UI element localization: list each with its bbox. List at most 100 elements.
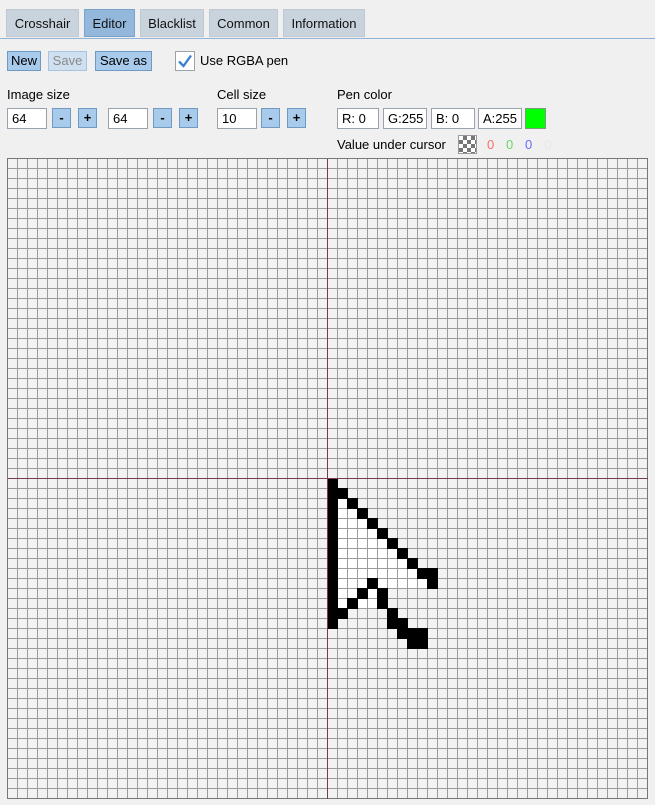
sprite-pixel-white bbox=[338, 589, 347, 598]
sprite-pixel-white bbox=[358, 599, 367, 608]
sprite-pixel-white bbox=[378, 559, 387, 568]
sprite-pixel-white bbox=[388, 579, 397, 588]
sprite-pixel-white bbox=[368, 549, 377, 558]
sprite-pixel-black bbox=[357, 588, 368, 599]
sprite-pixel-white bbox=[418, 579, 427, 588]
cursor-red-value: 0 bbox=[487, 137, 495, 152]
sprite-pixel-white bbox=[368, 569, 377, 578]
sprite-pixel-black bbox=[427, 568, 438, 579]
new-button[interactable]: New bbox=[7, 51, 41, 71]
sprite-pixel-black bbox=[327, 618, 338, 629]
sprite-pixel-white bbox=[348, 509, 357, 518]
sprite-pixel-black bbox=[327, 498, 338, 509]
sprite-pixel-white bbox=[338, 569, 347, 578]
sprite-pixel-white bbox=[338, 509, 347, 518]
cell-size-decrease-button[interactable]: - bbox=[261, 108, 280, 128]
sprite-pixel-black bbox=[397, 618, 408, 629]
sprite-pixel-white bbox=[348, 559, 357, 568]
sprite-pixel-white bbox=[398, 579, 407, 588]
sprite-pixel-white bbox=[398, 559, 407, 568]
sprite-pixel-black bbox=[387, 608, 398, 619]
sprite-pixel-white bbox=[338, 539, 347, 548]
sprite-pixel-white bbox=[398, 569, 407, 578]
sprite-pixel-white bbox=[348, 539, 357, 548]
cursor-green-value: 0 bbox=[506, 137, 514, 152]
tab-blacklist[interactable]: Blacklist bbox=[140, 9, 204, 37]
sprite-pixel-white bbox=[358, 519, 367, 528]
sprite-pixel-white bbox=[368, 529, 377, 538]
sprite-pixel-black bbox=[327, 568, 338, 579]
sprite-pixel-black bbox=[397, 628, 408, 639]
sprite-pixel-white bbox=[338, 499, 347, 508]
sprite-pixel-white bbox=[358, 539, 367, 548]
image-height-increase-button[interactable]: + bbox=[179, 108, 198, 128]
sprite-pixel-white bbox=[368, 539, 377, 548]
sprite-pixel-black bbox=[357, 508, 368, 519]
cursor-alpha-value: 0 bbox=[544, 137, 552, 152]
sprite-pixel-black bbox=[417, 568, 428, 579]
image-width-field[interactable]: 64 bbox=[7, 108, 47, 129]
image-height-decrease-button[interactable]: - bbox=[153, 108, 172, 128]
cell-size-field[interactable]: 10 bbox=[217, 108, 257, 129]
sprite-pixel-black bbox=[327, 558, 338, 569]
sprite-pixel-black bbox=[337, 608, 348, 619]
tab-crosshair[interactable]: Crosshair bbox=[6, 9, 79, 37]
save-button[interactable]: Save bbox=[48, 51, 87, 71]
cursor-blue-value: 0 bbox=[525, 137, 533, 152]
sprite-pixel-black bbox=[407, 628, 418, 639]
sprite-pixel-white bbox=[338, 559, 347, 568]
sprite-pixel-white bbox=[338, 549, 347, 558]
sprite-pixel-white bbox=[378, 539, 387, 548]
sprite-pixel-black bbox=[427, 578, 438, 589]
sprite-pixel-white bbox=[378, 569, 387, 578]
save-as-button[interactable]: Save as bbox=[95, 51, 152, 71]
sprite-pixel-black bbox=[347, 498, 358, 509]
pen-red-field[interactable]: R: 0 bbox=[337, 108, 379, 129]
sprite-pixel-black bbox=[337, 488, 348, 499]
sprite-pixel-white bbox=[388, 549, 397, 558]
sprite-pixel-white bbox=[368, 599, 377, 608]
sprite-pixel-white bbox=[348, 589, 357, 598]
image-height-field[interactable]: 64 bbox=[108, 108, 148, 129]
rgba-pen-label: Use RGBA pen bbox=[200, 53, 289, 68]
sprite-pixel-black bbox=[407, 558, 418, 569]
sprite-pixel-white bbox=[348, 549, 357, 558]
sprite-pixel-black bbox=[387, 618, 398, 629]
sprite-pixel-white bbox=[338, 579, 347, 588]
sprite-pixel-black bbox=[417, 638, 428, 649]
sprite-pixel-white bbox=[358, 579, 367, 588]
tab-editor[interactable]: Editor bbox=[84, 9, 135, 37]
tab-common[interactable]: Common bbox=[209, 9, 278, 37]
sprite-pixel-white bbox=[408, 569, 417, 578]
sprite-pixel-black bbox=[387, 538, 398, 549]
sprite-pixel-black bbox=[377, 588, 388, 599]
sprite-pixel-black bbox=[327, 578, 338, 589]
sprite-pixel-black bbox=[367, 578, 378, 589]
tab-information[interactable]: Information bbox=[283, 9, 365, 37]
pen-alpha-field[interactable]: A:255 bbox=[478, 108, 522, 129]
sprite-pixel-white bbox=[388, 559, 397, 568]
sprite-pixel-black bbox=[327, 538, 338, 549]
sprite-pixel-white bbox=[348, 579, 357, 588]
sprite-pixel-black bbox=[327, 598, 338, 609]
sprite-pixel-black bbox=[377, 528, 388, 539]
rgba-pen-checkbox[interactable] bbox=[175, 51, 195, 71]
cell-size-increase-button[interactable]: + bbox=[287, 108, 306, 128]
pen-blue-field[interactable]: B: 0 bbox=[431, 108, 475, 129]
sprite-pixel-black bbox=[327, 528, 338, 539]
pen-color-swatch[interactable] bbox=[525, 108, 546, 129]
sprite-pixel-white bbox=[358, 529, 367, 538]
sprite-pixel-black bbox=[327, 488, 338, 499]
sprite-pixel-black bbox=[367, 518, 378, 529]
image-width-increase-button[interactable]: + bbox=[78, 108, 97, 128]
pen-green-field[interactable]: G:255 bbox=[383, 108, 427, 129]
pixel-editor-canvas[interactable] bbox=[7, 158, 648, 799]
sprite-pixel-black bbox=[417, 628, 428, 639]
sprite-pixel-white bbox=[348, 519, 357, 528]
sprite-pixel-white bbox=[408, 579, 417, 588]
transparency-preview-icon bbox=[458, 135, 477, 154]
image-width-decrease-button[interactable]: - bbox=[52, 108, 71, 128]
sprite-pixel-black bbox=[327, 548, 338, 559]
sprite-pixel-black bbox=[327, 478, 338, 489]
value-under-cursor-label: Value under cursor bbox=[337, 137, 446, 152]
